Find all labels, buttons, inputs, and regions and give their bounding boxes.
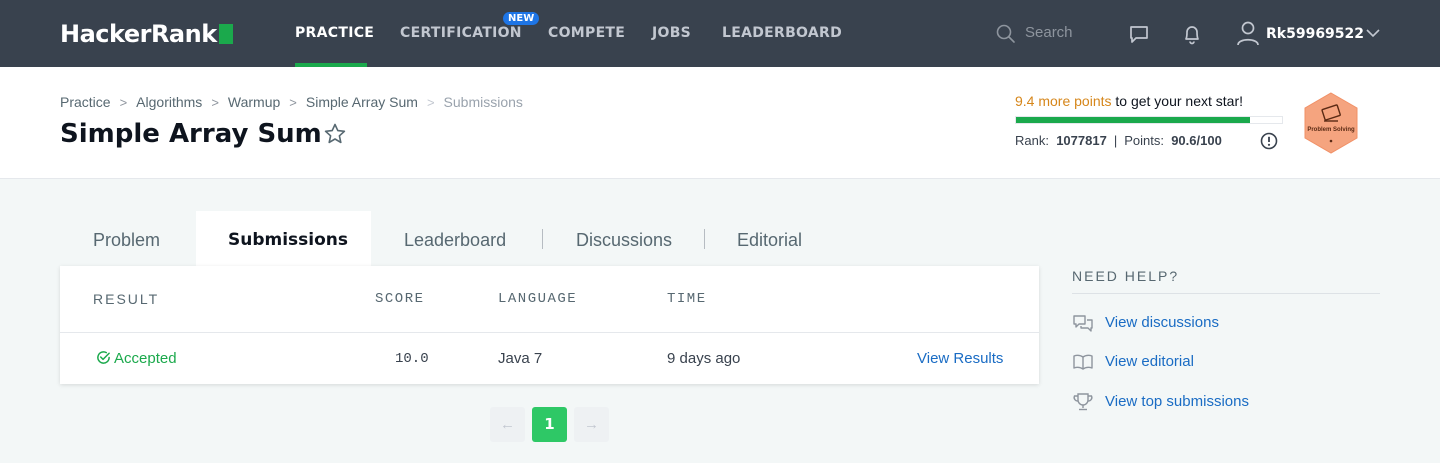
help-divider (1072, 293, 1380, 294)
check-circle-icon (97, 351, 110, 364)
bookmark-star-icon[interactable] (323, 122, 347, 146)
submissions-table: RESULT SCORE LANGUAGE TIME Accepted 10.0… (60, 266, 1039, 384)
tab-divider (704, 229, 705, 249)
nav-leaderboard[interactable]: LEADERBOARD (722, 25, 842, 41)
header-language: LANGUAGE (498, 291, 578, 307)
breadcrumb: Practice > Algorithms > Warmup > Simple Array … (60, 94, 523, 110)
chevron-right-icon: > (426, 95, 435, 110)
page-title: Simple Array Sum (60, 119, 322, 149)
view-top-submissions-label: View top submissions (1105, 393, 1249, 410)
nav-jobs[interactable]: JOBS (652, 25, 691, 41)
table-row-score: 10.0 (395, 351, 429, 367)
challenge-header: Practice > Algorithms > Warmup > Simple Array … (0, 67, 1440, 179)
header-score: SCORE (375, 291, 425, 307)
user-icon (1237, 21, 1259, 46)
rank-value: 1077817 (1056, 133, 1107, 148)
username: Rk59969522 (1266, 26, 1365, 42)
pagination-next-button[interactable]: → (574, 407, 609, 442)
bell-icon[interactable] (1181, 23, 1203, 50)
star-progress-bar (1015, 116, 1283, 124)
view-editorial-label: View editorial (1105, 353, 1194, 370)
table-row-language: Java 7 (498, 350, 543, 367)
rank-label: Rank: (1015, 133, 1049, 148)
breadcrumb-simple-array-sum[interactable]: Simple Array Sum (306, 94, 418, 110)
chevron-down-icon (1366, 29, 1380, 38)
problem-solving-badge[interactable]: Problem Solving (1302, 92, 1360, 154)
next-star-message: 9.4 more points to get your next star! (1015, 93, 1243, 109)
search-box[interactable] (996, 22, 1106, 46)
star-progress-fill (1016, 117, 1251, 123)
breadcrumb-warmup[interactable]: Warmup (228, 94, 280, 110)
tab-submissions[interactable]: Submissions (196, 211, 371, 267)
result-status: Accepted (114, 350, 177, 367)
points-message-rest: to get your next star! (1111, 93, 1244, 109)
discussions-icon (1073, 315, 1093, 332)
breadcrumb-submissions: Submissions (443, 94, 523, 110)
tab-problem[interactable]: Problem (60, 211, 196, 267)
chevron-right-icon: > (289, 95, 297, 110)
view-results-link[interactable]: View Results (917, 350, 1003, 367)
rank-points-line: Rank: 1077817 | Points: 90.6/100 (1015, 133, 1222, 148)
info-icon[interactable] (1260, 132, 1278, 150)
badge-label: Problem Solving (1307, 127, 1355, 133)
chevron-right-icon: > (119, 95, 128, 110)
nav-certification[interactable]: CERTIFICATION (400, 25, 522, 41)
logo-text: HackerRank (60, 20, 217, 48)
pagination-page-1[interactable]: 1 (532, 407, 567, 442)
header-result: RESULT (93, 291, 160, 307)
breadcrumb-algorithms[interactable]: Algorithms (136, 94, 202, 110)
points-value: 90.6/100 (1171, 133, 1222, 148)
top-navbar: HackerRank PRACTICE CERTIFICATION NEW CO… (0, 0, 1440, 67)
trophy-icon (1073, 393, 1093, 411)
table-divider (60, 332, 1039, 333)
points-label: Points: (1124, 133, 1164, 148)
view-discussions-label: View discussions (1105, 314, 1219, 331)
table-row-time: 9 days ago (667, 350, 741, 367)
pagination-prev-button[interactable]: ← (490, 407, 525, 442)
table-row-result: Accepted (96, 350, 177, 367)
header-time: TIME (667, 291, 707, 307)
message-icon[interactable] (1128, 23, 1150, 50)
breadcrumb-practice[interactable]: Practice (60, 94, 111, 110)
tab-discussions[interactable]: Discussions (576, 211, 672, 267)
nav-practice[interactable]: PRACTICE (295, 25, 374, 41)
nav-compete[interactable]: COMPETE (548, 25, 625, 41)
points-needed: 9.4 more points (1015, 93, 1112, 109)
need-help-heading: NEED HELP? (1072, 268, 1180, 284)
chevron-right-icon: > (211, 95, 219, 110)
hackerrank-logo[interactable]: HackerRank (60, 20, 233, 48)
new-badge: NEW (503, 12, 540, 25)
search-input[interactable] (1025, 24, 1105, 41)
tab-leaderboard[interactable]: Leaderboard (404, 211, 506, 267)
logo-block-icon (218, 24, 233, 44)
book-icon (1073, 354, 1093, 370)
tab-editorial[interactable]: Editorial (737, 211, 802, 267)
search-icon (996, 24, 1015, 43)
tab-divider (542, 229, 543, 249)
